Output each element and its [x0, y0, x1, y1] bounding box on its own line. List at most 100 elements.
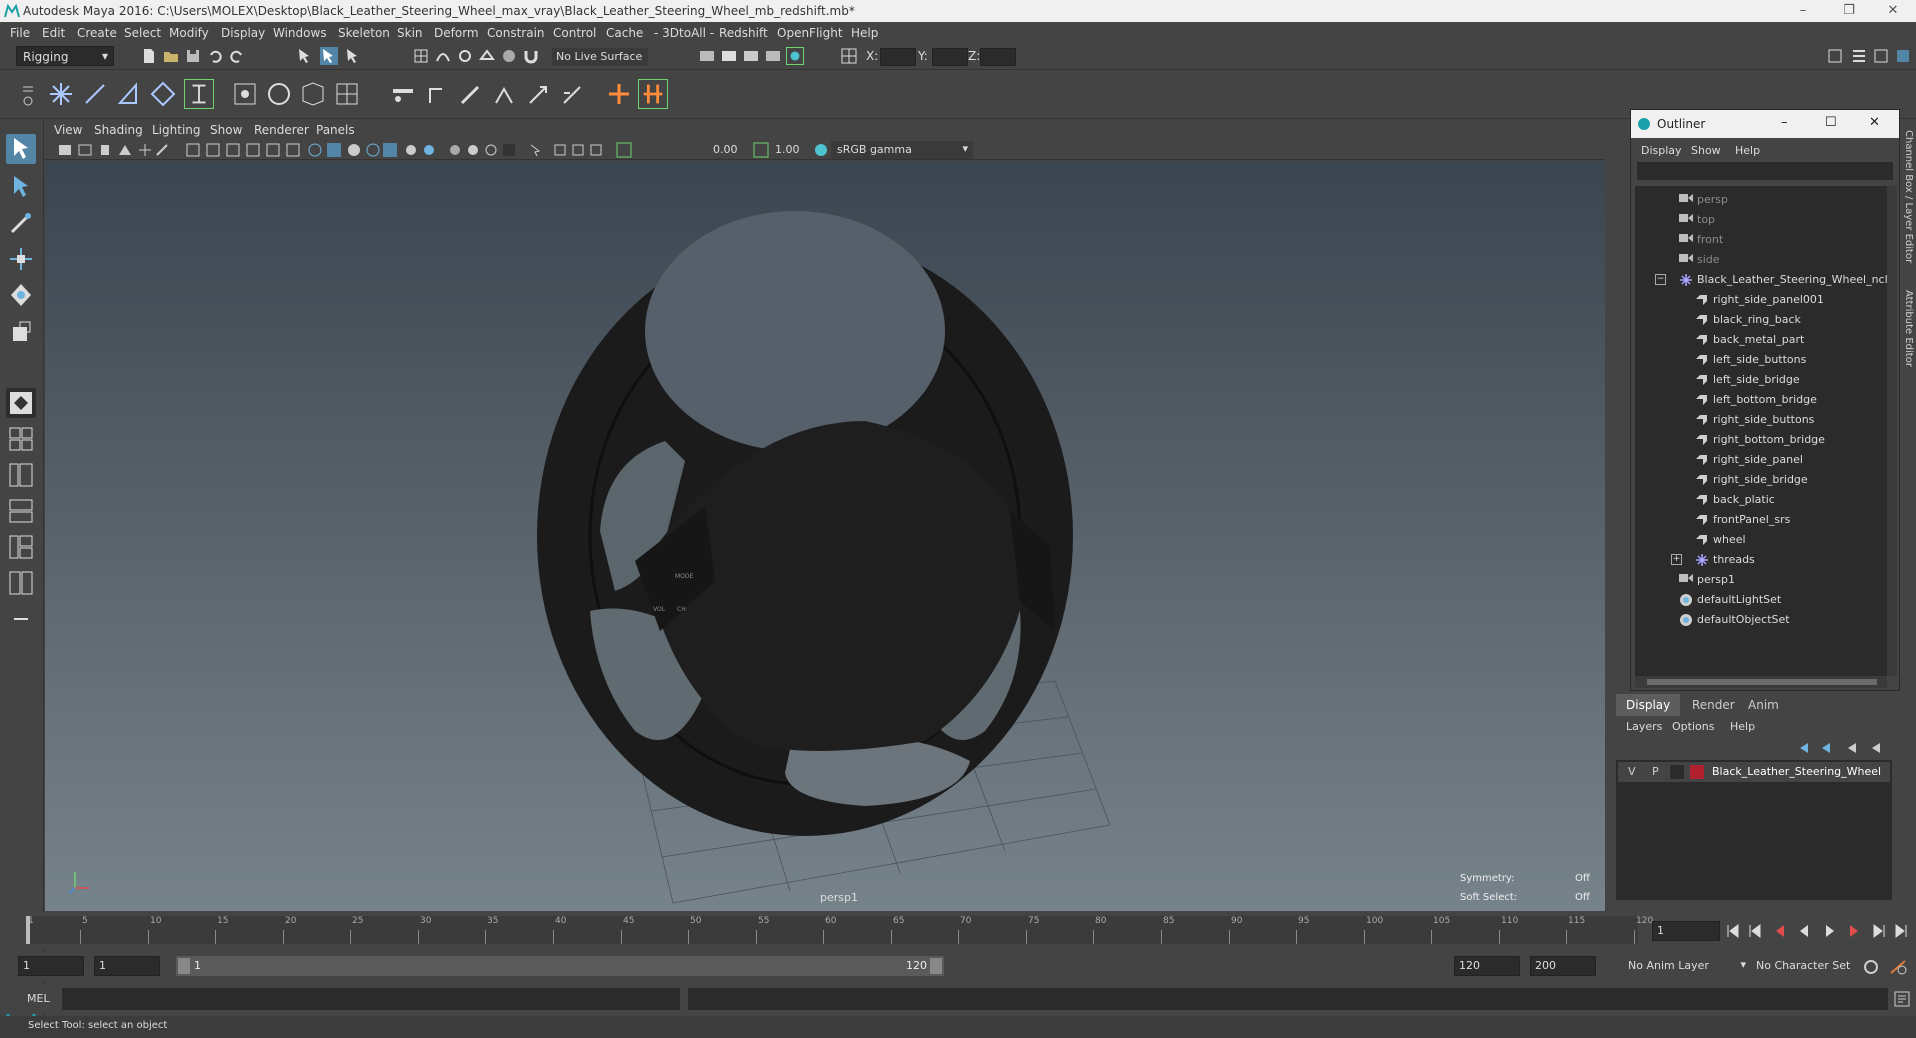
- channel-box-toggle-icon[interactable]: [1894, 47, 1912, 65]
- command-input[interactable]: [62, 988, 680, 1010]
- range-slider[interactable]: 1 120: [176, 956, 944, 976]
- single-perspective-layout-icon[interactable]: [6, 388, 36, 418]
- paint-select-icon[interactable]: [6, 208, 36, 238]
- new-scene-icon[interactable]: [140, 47, 158, 65]
- menu-3dtoall[interactable]: - 3DtoAll -: [654, 26, 714, 40]
- paint-weights-icon[interactable]: [456, 79, 486, 109]
- animation-start-field[interactable]: 1: [18, 956, 84, 976]
- layer-action-icons[interactable]: [1796, 740, 1896, 756]
- menu-cache[interactable]: Cache: [606, 26, 643, 40]
- menu-openflight[interactable]: OpenFlight: [777, 26, 843, 40]
- layer-type-toggle[interactable]: [1670, 765, 1684, 779]
- shelf-menu-icon[interactable]: [20, 79, 36, 109]
- blend-shape-icon[interactable]: [332, 79, 362, 109]
- undo-icon[interactable]: [206, 47, 224, 65]
- hypershade-icon[interactable]: [786, 47, 804, 65]
- channel-box-tab[interactable]: Channel Box / Layer Editor: [1903, 130, 1914, 263]
- menu-edit[interactable]: Edit: [42, 26, 65, 40]
- close-icon[interactable]: ✕: [1870, 0, 1916, 22]
- layer-color-swatch[interactable]: [1690, 765, 1704, 779]
- insert-joint-icon[interactable]: [148, 79, 178, 109]
- ik-handle-icon[interactable]: [80, 79, 110, 109]
- layer-menu-help[interactable]: Help: [1730, 720, 1755, 733]
- layer-tab-anim[interactable]: Anim: [1738, 694, 1789, 716]
- vp-menu-panels[interactable]: Panels: [316, 123, 355, 137]
- playback-start-field[interactable]: 1: [94, 956, 160, 976]
- scale-tool-icon[interactable]: [6, 316, 36, 346]
- layer-tab-display[interactable]: Display: [1616, 694, 1681, 716]
- outliner-search-input[interactable]: [1637, 162, 1893, 180]
- locator-icon[interactable]: [184, 79, 214, 109]
- layer-menu-options[interactable]: Options: [1672, 720, 1714, 733]
- outliner-menu-help[interactable]: Help: [1735, 144, 1760, 157]
- open-scene-icon[interactable]: [162, 47, 180, 65]
- outliner-hscrollbar[interactable]: [1635, 676, 1887, 688]
- smooth-bind-icon[interactable]: [388, 79, 418, 109]
- layer-menu-layers[interactable]: Layers: [1626, 720, 1662, 733]
- select-component-icon[interactable]: [344, 47, 362, 65]
- vp-menu-lighting[interactable]: Lighting: [152, 123, 201, 137]
- snap-curve-icon[interactable]: [434, 47, 452, 65]
- expand-icon[interactable]: +: [1671, 554, 1682, 565]
- mel-label[interactable]: MEL: [27, 992, 50, 1005]
- prune-weights-icon[interactable]: [558, 79, 588, 109]
- minimize-icon[interactable]: –: [1780, 0, 1826, 22]
- copy-weights-icon[interactable]: [524, 79, 554, 109]
- outliner-maximize-icon[interactable]: ☐: [1825, 115, 1837, 130]
- ik-spline-icon[interactable]: [114, 79, 144, 109]
- menu-skeleton[interactable]: Skeleton: [338, 26, 390, 40]
- color-space-dropdown[interactable]: sRGB gamma ▾: [831, 141, 973, 159]
- menu-display[interactable]: Display: [221, 26, 265, 40]
- cluster-icon[interactable]: [230, 79, 260, 109]
- attribute-editor-tab[interactable]: Attribute Editor: [1903, 290, 1914, 367]
- time-slider[interactable]: 1 5 10 15 20 25 30 35 40 45 50 55 60 65 70 75 80 85 90 95 10…: [0, 912, 1916, 948]
- vp-menu-show[interactable]: Show: [210, 123, 242, 137]
- outliner-minimize-icon[interactable]: –: [1781, 115, 1788, 130]
- playback-end-field[interactable]: 120: [1454, 956, 1520, 976]
- menu-file[interactable]: File: [10, 26, 30, 40]
- custom-layout-icon[interactable]: [6, 604, 36, 634]
- gamma-field[interactable]: 1.00: [775, 143, 800, 156]
- render-frame-icon[interactable]: [720, 47, 738, 65]
- range-end-handle[interactable]: [930, 958, 942, 974]
- vp-menu-renderer[interactable]: Renderer: [254, 123, 309, 137]
- script-editor-icon[interactable]: [1894, 991, 1910, 1007]
- select-hierarchy-icon[interactable]: [296, 47, 314, 65]
- character-set-dropdown[interactable]: No Character Set: [1752, 956, 1864, 976]
- vp-menu-shading[interactable]: Shading: [94, 123, 143, 137]
- ipr-render-icon[interactable]: [742, 47, 760, 65]
- rotate-tool-icon[interactable]: [6, 280, 36, 310]
- input-mode-icon[interactable]: [840, 47, 858, 65]
- select-object-icon[interactable]: [320, 47, 338, 65]
- outliner-menu-show[interactable]: Show: [1691, 144, 1721, 157]
- layer-row[interactable]: V P Black_Leather_Steering_Wheel: [1618, 762, 1890, 782]
- rigid-bind-icon[interactable]: [422, 79, 452, 109]
- anim-prefs-icon[interactable]: [1888, 958, 1908, 976]
- time-slider-track[interactable]: 1 5 10 15 20 25 30 35 40 45 50 55 60 65 70 75 80 85 90 95 10…: [26, 916, 1653, 944]
- menu-set-dropdown[interactable]: Rigging ▾: [16, 46, 114, 66]
- menu-select[interactable]: Select: [124, 26, 161, 40]
- menu-deform[interactable]: Deform: [434, 26, 479, 40]
- mirror-weights-icon[interactable]: [490, 79, 520, 109]
- gamma-toggle-icon[interactable]: [753, 142, 769, 158]
- lasso-tool-icon[interactable]: [6, 172, 36, 202]
- perspective-viewport[interactable]: MODE VOL CH persp1 Symmetry: Off Soft Se…: [45, 161, 1605, 911]
- outliner-menu-display[interactable]: Display: [1641, 144, 1682, 157]
- four-view-layout-icon[interactable]: [6, 424, 36, 454]
- persp-graph-layout-icon[interactable]: [6, 496, 36, 526]
- save-scene-icon[interactable]: [184, 47, 202, 65]
- vp-menu-view[interactable]: View: [54, 123, 82, 137]
- wrap-icon[interactable]: [298, 79, 328, 109]
- joint-tool-icon[interactable]: [46, 79, 76, 109]
- menu-control[interactable]: Control: [553, 26, 596, 40]
- modeling-toolkit-icon[interactable]: [1826, 47, 1844, 65]
- current-frame-field[interactable]: 1: [1652, 921, 1720, 941]
- outliner-close-icon[interactable]: ✕: [1869, 115, 1880, 130]
- menu-constrain[interactable]: Constrain: [487, 26, 545, 40]
- range-start-handle[interactable]: [178, 958, 190, 974]
- node-editor-layout-icon[interactable]: [6, 568, 36, 598]
- playback-controls[interactable]: [1726, 922, 1912, 940]
- layer-tab-render[interactable]: Render: [1682, 694, 1745, 716]
- outliner-vscrollbar[interactable]: [1887, 186, 1897, 676]
- parent-constraint-icon[interactable]: [638, 79, 668, 109]
